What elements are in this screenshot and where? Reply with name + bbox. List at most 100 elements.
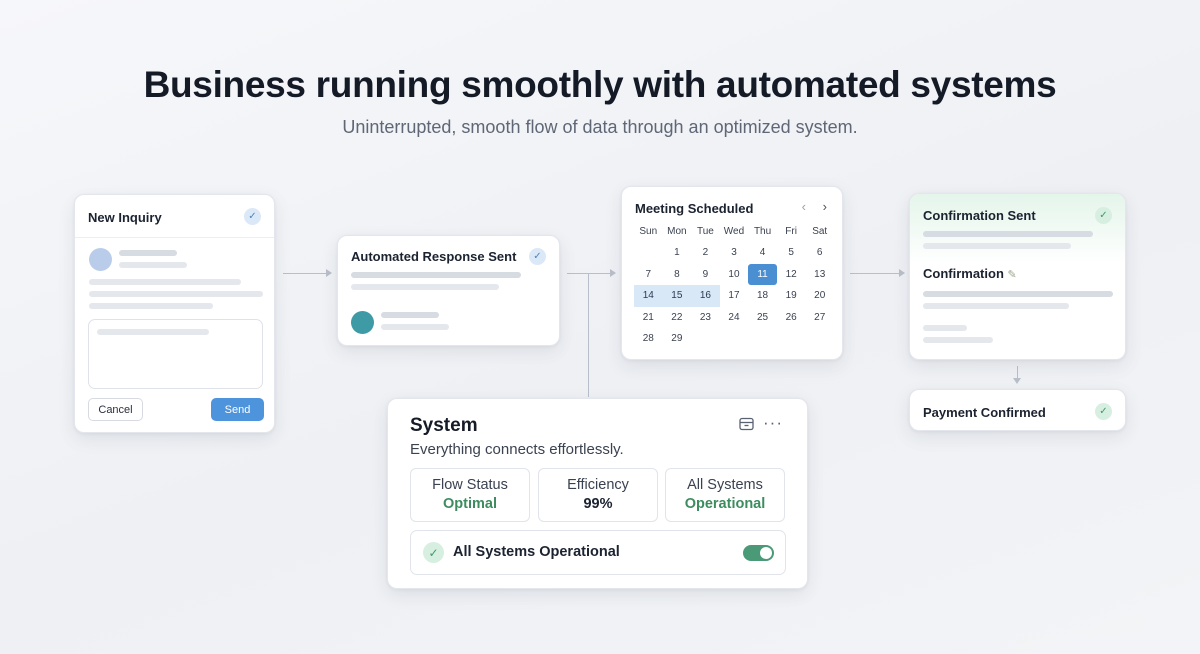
calendar-day[interactable]: 26 xyxy=(777,307,806,329)
stat-label: Flow Status xyxy=(432,477,508,493)
calendar-day[interactable]: 3 xyxy=(720,242,749,264)
placeholder-line xyxy=(119,250,177,256)
placeholder-line xyxy=(923,291,1113,297)
more-icon[interactable]: ··· xyxy=(763,413,783,433)
cancel-button[interactable]: Cancel xyxy=(88,398,143,421)
calendar-day[interactable]: 12 xyxy=(777,264,806,286)
calendar-day[interactable]: 8 xyxy=(663,264,692,286)
calendar-day[interactable]: 21 xyxy=(634,307,663,329)
calendar-day[interactable]: 16 xyxy=(691,285,720,307)
card-title: Confirmation Sent xyxy=(923,208,1036,223)
calendar-grid: Sun Mon Tue Wed Thu Fri Sat 1 2 3 4 5 6 7 8 9 10 11 12 13 14… xyxy=(634,224,834,350)
check-icon: ✓ xyxy=(244,208,261,225)
calendar-day[interactable]: 22 xyxy=(663,307,692,329)
card-header: New Inquiry ✓ xyxy=(75,195,274,238)
operational-toggle[interactable] xyxy=(743,545,774,561)
placeholder-line xyxy=(119,262,187,268)
check-icon: ✓ xyxy=(1095,403,1112,420)
card-title: Meeting Scheduled xyxy=(635,201,754,216)
arrow-right-icon xyxy=(610,269,616,277)
automated-response-card: Automated Response Sent ✓ xyxy=(337,235,560,346)
calendar-day[interactable]: 11 xyxy=(748,263,777,285)
calendar-day[interactable]: 27 xyxy=(805,307,834,329)
connector-line xyxy=(567,273,611,274)
calendar-day[interactable]: 17 xyxy=(720,285,749,307)
calendar-day[interactable]: 6 xyxy=(805,242,834,264)
send-button[interactable]: Send xyxy=(211,398,264,421)
avatar xyxy=(351,311,374,334)
placeholder-line xyxy=(381,312,439,318)
arrow-right-icon xyxy=(899,269,905,277)
calendar-day[interactable]: 10 xyxy=(720,264,749,286)
card-title: Automated Response Sent xyxy=(351,249,517,264)
placeholder-line xyxy=(923,303,1069,309)
placeholder-line xyxy=(923,243,1071,249)
status-row: ✓ All Systems Operational xyxy=(410,530,786,575)
chevron-left-icon[interactable]: ‹ xyxy=(802,199,806,214)
stat-value: Optimal xyxy=(443,496,497,512)
calendar-day[interactable]: 24 xyxy=(720,307,749,329)
placeholder-line xyxy=(923,337,993,343)
weekday-label: Sat xyxy=(812,226,828,237)
calendar-day[interactable]: 18 xyxy=(748,285,777,307)
placeholder-line xyxy=(381,324,449,330)
page-title: Business running smoothly with automated… xyxy=(143,64,1057,105)
calendar-day[interactable]: 2 xyxy=(691,242,720,264)
calendar-day[interactable]: 15 xyxy=(662,285,692,307)
stat-value: Operational xyxy=(684,496,766,512)
connector-line xyxy=(588,273,589,397)
calendar-day[interactable]: 19 xyxy=(777,285,806,307)
weekday-label: Mon xyxy=(667,226,687,237)
placeholder-line xyxy=(351,272,521,278)
calendar-day[interactable]: 25 xyxy=(748,307,777,329)
stat-value: 99% xyxy=(583,496,613,512)
weekday-label: Tue xyxy=(696,226,714,237)
success-highlight xyxy=(910,194,1125,264)
confirmation-subtitle: Confirmation ✎ xyxy=(923,266,1017,281)
weekday-label: Wed xyxy=(723,226,745,237)
message-textarea[interactable] xyxy=(88,319,263,389)
stat-label: Efficiency xyxy=(567,477,629,493)
check-icon: ✓ xyxy=(529,248,546,265)
check-icon: ✓ xyxy=(1095,207,1112,224)
confirmation-subtitle-text: Confirmation xyxy=(923,266,1004,281)
placeholder-line xyxy=(89,303,213,309)
new-inquiry-card: New Inquiry ✓ Cancel Send xyxy=(74,194,275,433)
calendar-day[interactable]: 7 xyxy=(634,264,663,286)
system-title: System xyxy=(410,415,478,436)
calendar-day[interactable]: 20 xyxy=(805,285,834,307)
status-text: All Systems Operational xyxy=(453,544,620,560)
arrow-right-icon xyxy=(326,269,332,277)
calendar-day[interactable]: 28 xyxy=(634,328,663,350)
placeholder-line xyxy=(89,279,241,285)
placeholder-line xyxy=(351,284,499,290)
weekday-label: Sun xyxy=(639,226,658,237)
confirmation-card: Confirmation Sent ✓ Confirmation ✎ xyxy=(909,193,1126,360)
calendar-day[interactable]: 23 xyxy=(691,307,720,329)
avatar xyxy=(89,248,112,271)
page-subtitle: Uninterrupted, smooth flow of data throu… xyxy=(342,117,858,137)
card-title: New Inquiry xyxy=(88,210,162,225)
calendar-day[interactable]: 14 xyxy=(634,285,663,307)
placeholder-line xyxy=(89,291,263,297)
weekday-label: Fri xyxy=(785,226,797,237)
chevron-right-icon[interactable]: › xyxy=(823,199,827,214)
connector-line xyxy=(283,273,327,274)
placeholder-line xyxy=(97,329,209,335)
calendar-day[interactable]: 1 xyxy=(663,242,692,264)
placeholder-line xyxy=(923,325,967,331)
stat-label: All Systems xyxy=(687,477,763,493)
calendar-day[interactable]: 13 xyxy=(805,264,834,286)
meeting-scheduled-card: Meeting Scheduled ‹ › Sun Mon Tue Wed Thu Fri… xyxy=(621,186,843,360)
calendar-day[interactable]: 29 xyxy=(663,328,692,350)
system-panel: System Everything connects effortlessly.… xyxy=(387,398,808,589)
stat-flow-status: Flow Status Optimal xyxy=(410,468,530,522)
calendar-day[interactable]: 5 xyxy=(777,242,806,264)
calendar-day[interactable]: 9 xyxy=(691,264,720,286)
archive-icon[interactable] xyxy=(739,417,754,434)
pencil-icon: ✎ xyxy=(1007,269,1017,281)
connector-line xyxy=(850,273,900,274)
stat-efficiency: Efficiency 99% xyxy=(538,468,658,522)
calendar-day[interactable]: 4 xyxy=(748,242,777,264)
card-title: Payment Confirmed xyxy=(923,405,1046,420)
